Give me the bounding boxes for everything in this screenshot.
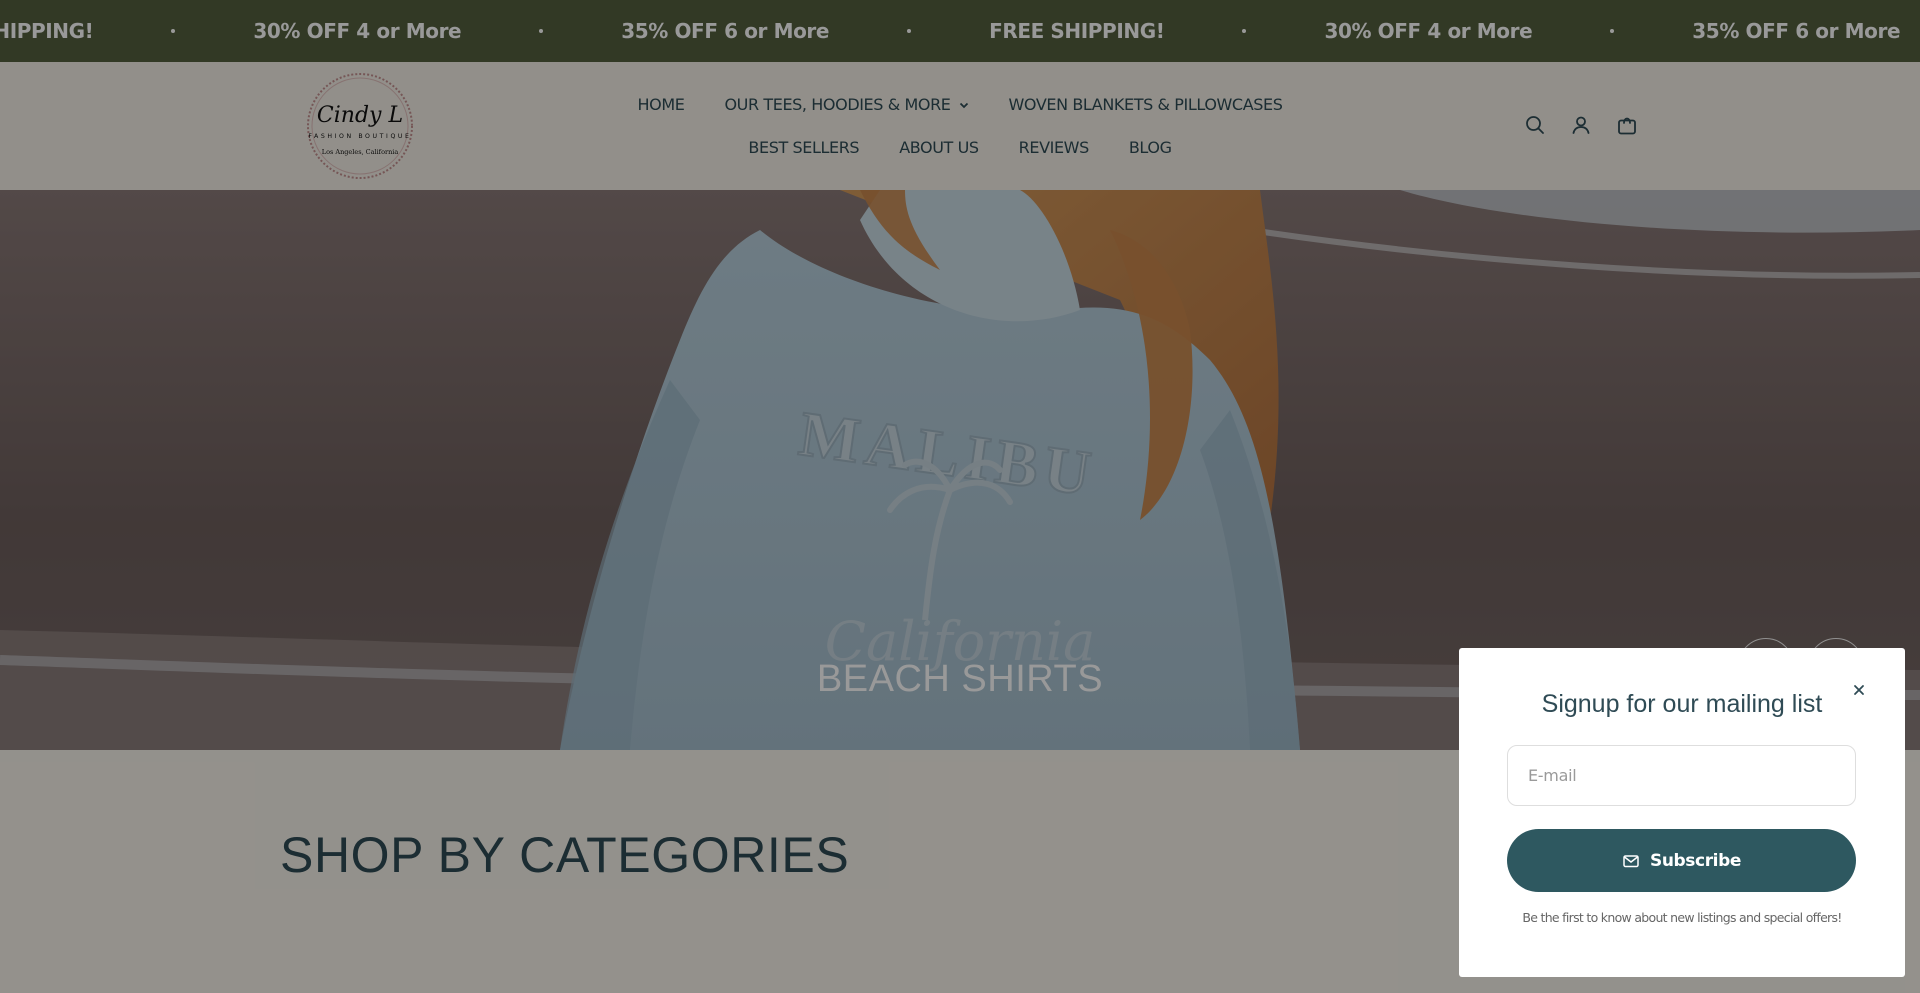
subscribe-button[interactable]: Subscribe [1507, 829, 1856, 892]
newsletter-popup: Signup for our mailing list Subscribe Be… [1459, 648, 1905, 977]
popup-title: Signup for our mailing list [1541, 690, 1823, 718]
mail-icon [1623, 854, 1639, 867]
subscribe-label: Subscribe [1649, 850, 1742, 871]
popup-note: Be the first to know about new listings … [1522, 910, 1842, 925]
email-field[interactable] [1507, 745, 1856, 806]
